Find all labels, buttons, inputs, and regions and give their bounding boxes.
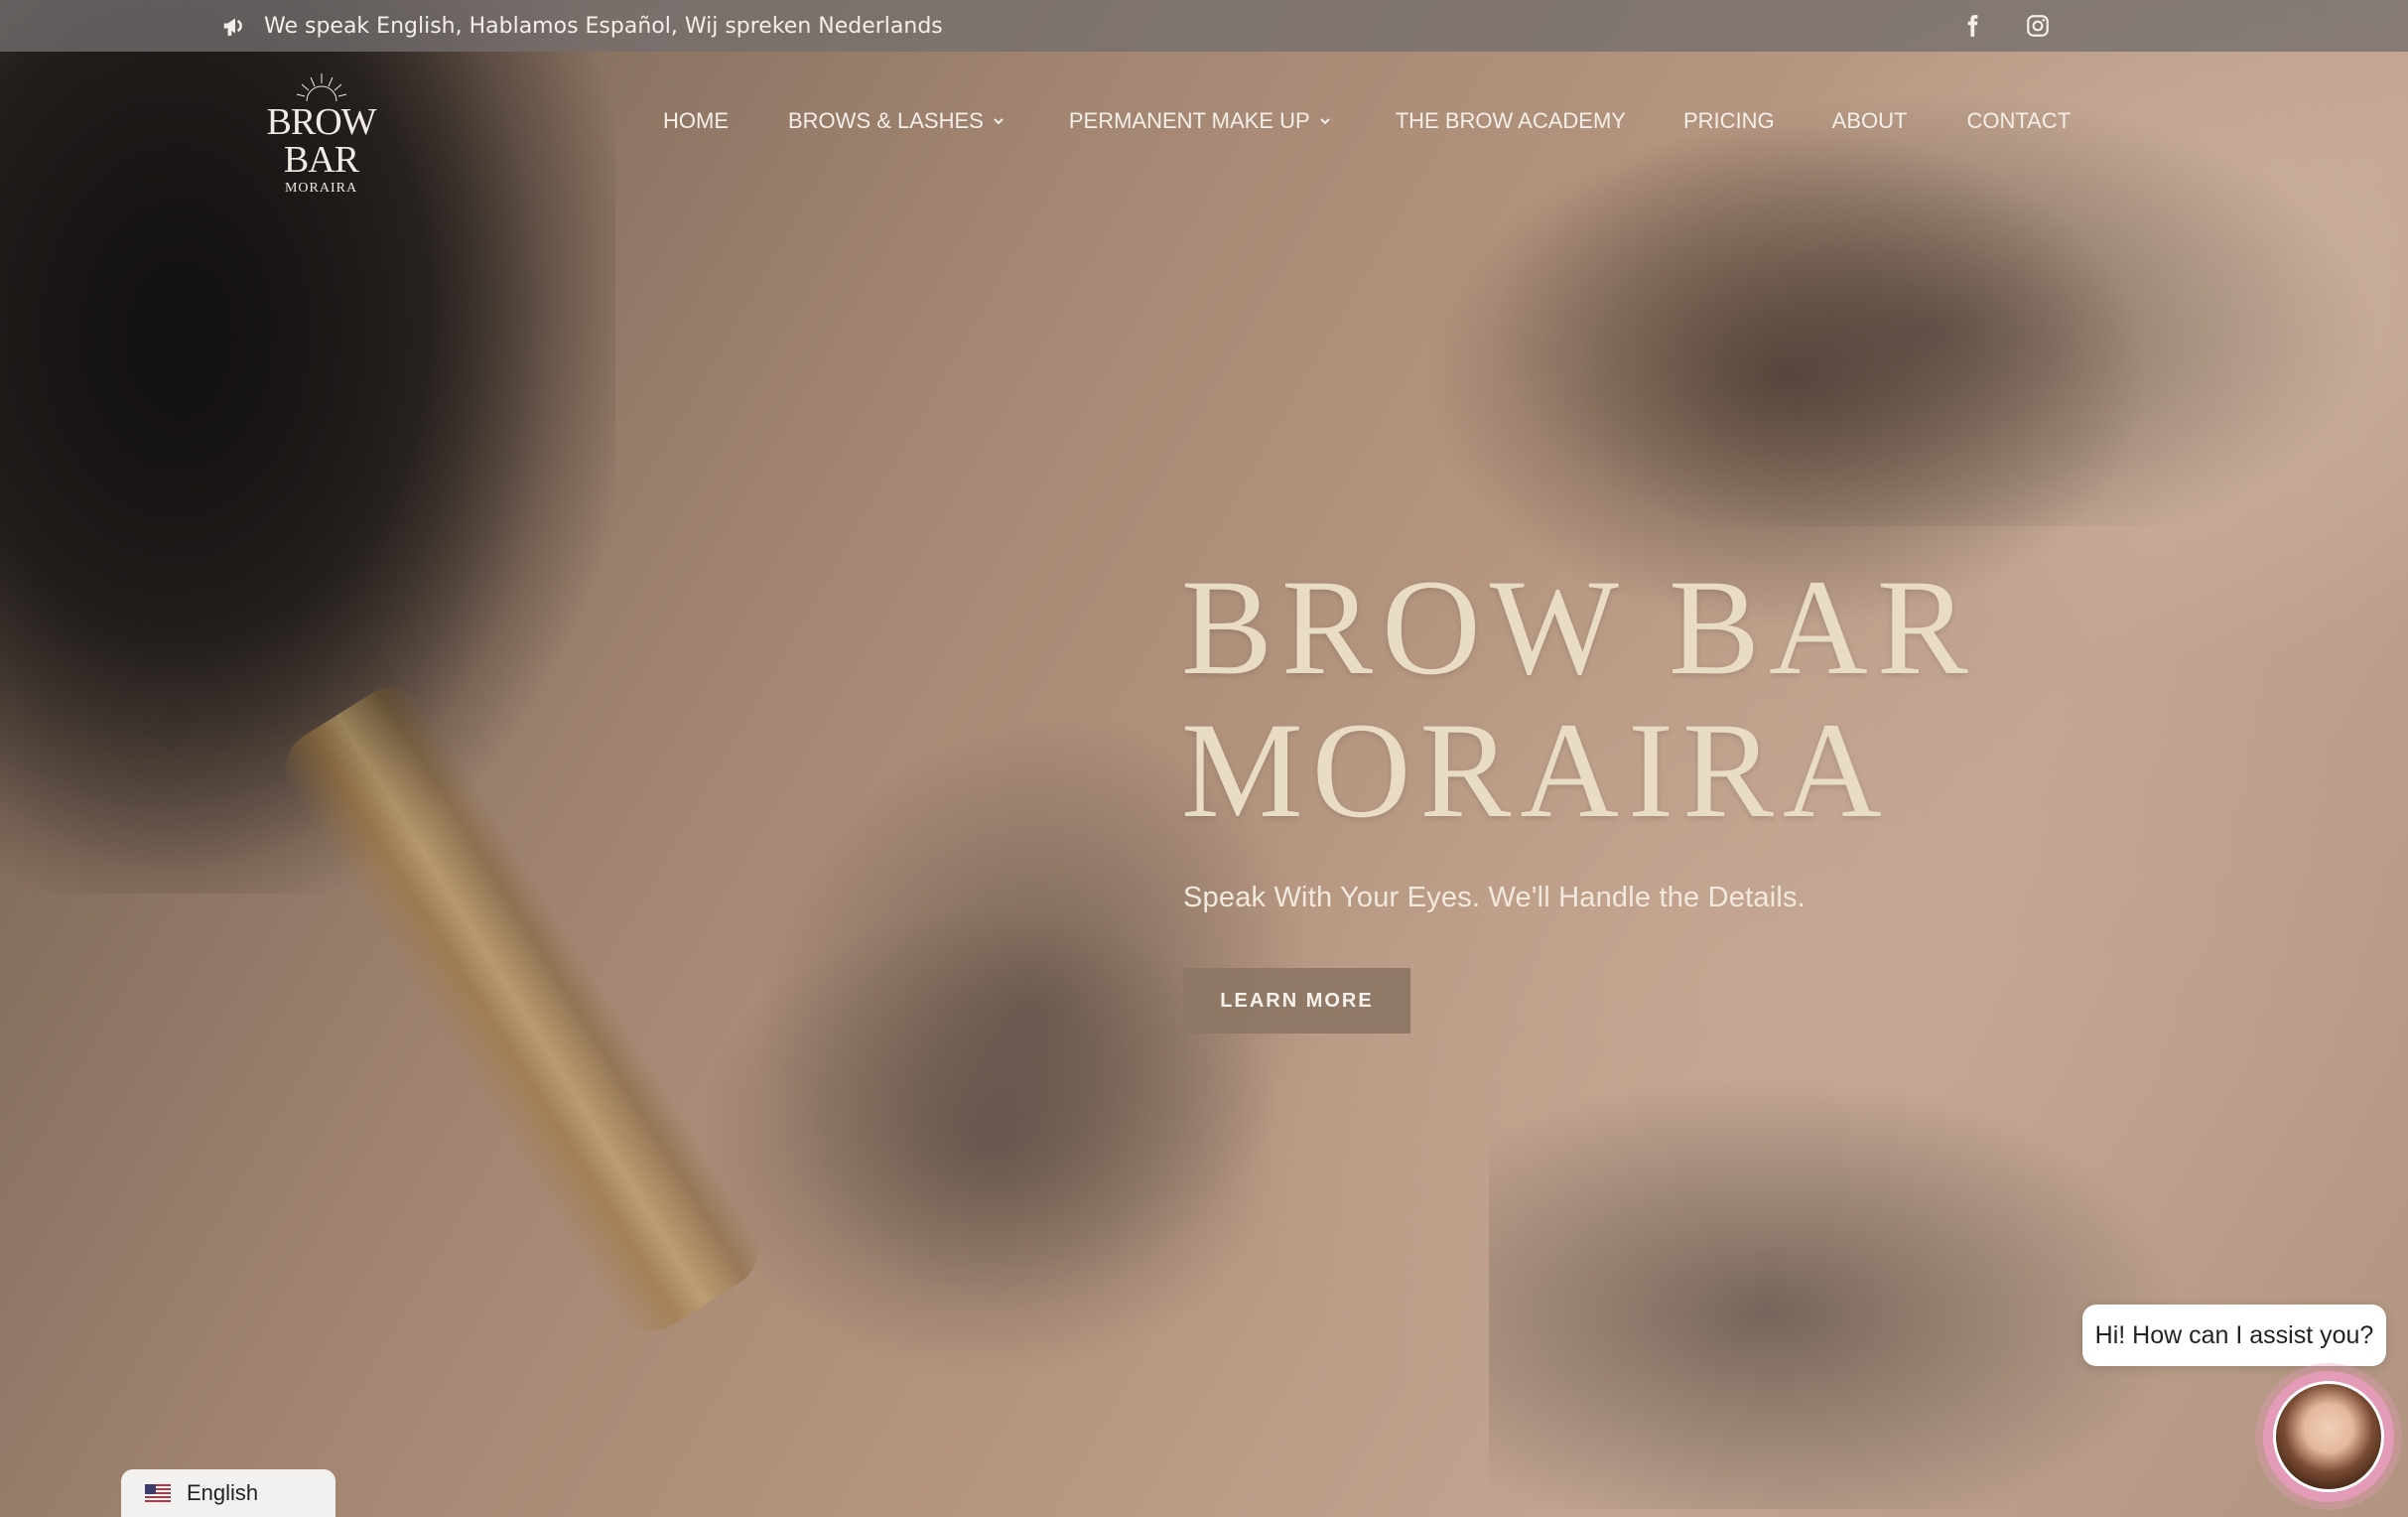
main-nav: HOME BROWS & LASHES PERMANENT MAKE UP TH… (663, 101, 2071, 141)
hero-title-line-1: BROW BAR (1181, 551, 1977, 703)
nav-label: PRICING (1682, 108, 1775, 133)
nav-item-brows-lashes[interactable]: BROWS & LASHES (788, 108, 1005, 134)
nav-item-about[interactable]: ABOUT (1832, 108, 1908, 134)
nav-label: HOME (663, 108, 729, 133)
chat-greeting-text: Hi! How can I assist you? (2094, 1320, 2374, 1349)
nav-label: CONTACT (1966, 108, 2072, 133)
announcement-text: We speak English, Hablamos Español, Wij … (264, 13, 943, 39)
nav-item-permanent-make-up[interactable]: PERMANENT MAKE UP (1069, 108, 1332, 134)
social-links (1959, 0, 2051, 52)
logo-sub: MORAIRA (284, 181, 358, 196)
hero-title: BROW BAR MORAIRA (1181, 556, 2074, 842)
chevron-down-icon (1319, 118, 1330, 125)
nav-label: PERMANENT MAKE UP (1068, 108, 1310, 133)
hero-subtitle: Speak With Your Eyes. We'll Handle the D… (1183, 882, 1806, 913)
announcement: We speak English, Hablamos Español, Wij … (220, 0, 943, 52)
language-switcher[interactable]: English (121, 1469, 335, 1517)
nav-item-home[interactable]: HOME (663, 108, 729, 134)
sun-rays-icon (296, 73, 346, 102)
nav-label: THE BROW ACADEMY (1395, 108, 1626, 133)
learn-more-button[interactable]: LEARN MORE (1183, 968, 1410, 1034)
nav-item-pricing[interactable]: PRICING (1683, 108, 1775, 134)
facebook-icon[interactable] (1959, 13, 1985, 39)
assistant-avatar (2273, 1381, 2384, 1492)
nav-label: BROWS & LASHES (788, 108, 984, 133)
logo-brand: BROW BAR (266, 101, 377, 181)
site-logo[interactable]: BROW BAR MORAIRA (234, 69, 408, 196)
announcement-bar: We speak English, Hablamos Español, Wij … (0, 0, 2408, 52)
instagram-icon[interactable] (2025, 13, 2051, 39)
us-flag-icon (145, 1484, 171, 1502)
megaphone-icon (220, 11, 250, 41)
chat-greeting-bubble[interactable]: Hi! How can I assist you? (2082, 1305, 2386, 1366)
hero-title-line-2: MORAIRA (1181, 694, 1891, 846)
eyelid-region (1489, 1072, 2184, 1509)
site-header: BROW BAR MORAIRA HOME BROWS & LASHES PER… (0, 52, 2408, 196)
nav-item-brow-academy[interactable]: THE BROW ACADEMY (1396, 108, 1626, 134)
language-label: English (187, 1480, 259, 1505)
nav-label: ABOUT (1831, 108, 1908, 133)
nav-item-contact[interactable]: CONTACT (1966, 108, 2071, 134)
chevron-down-icon (994, 118, 1003, 125)
chat-launcher[interactable] (2263, 1371, 2394, 1502)
